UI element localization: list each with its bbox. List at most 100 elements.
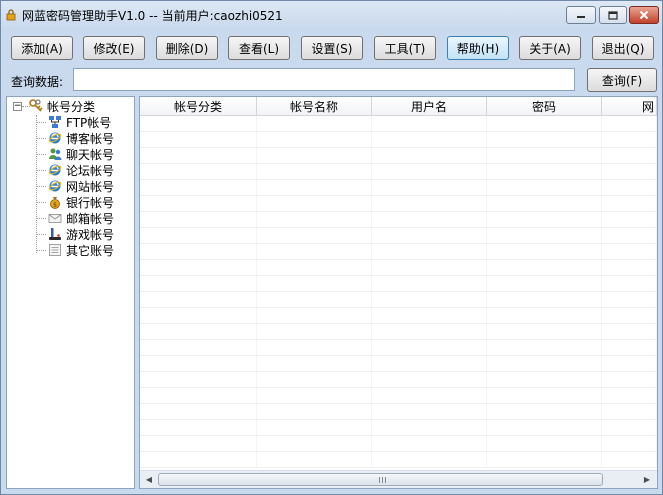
- tree-root-account-categories[interactable]: 帐号分类: [29, 98, 95, 114]
- table-cell: [372, 372, 487, 387]
- table-row[interactable]: [140, 212, 657, 228]
- table-row[interactable]: [140, 180, 657, 196]
- table-cell: [257, 116, 372, 131]
- column-header-username[interactable]: 用户名: [372, 97, 487, 116]
- column-header-website[interactable]: 网: [602, 97, 657, 116]
- tree-item-ftp[interactable]: FTP帐号: [36, 114, 111, 130]
- scroll-right-arrow-icon[interactable]: ▶: [639, 472, 655, 487]
- search-input[interactable]: [73, 68, 575, 91]
- table-cell: [372, 420, 487, 435]
- table-cell: [487, 404, 602, 419]
- tools-button[interactable]: 工具(T): [374, 36, 436, 60]
- settings-button[interactable]: 设置(S): [301, 36, 363, 60]
- table-cell: [602, 292, 657, 307]
- table-cell: [487, 420, 602, 435]
- keys-icon: [29, 99, 43, 112]
- ie-globe-icon: [48, 164, 62, 176]
- table-cell: [140, 148, 257, 163]
- table-row[interactable]: [140, 404, 657, 420]
- table-cell: [257, 388, 372, 403]
- table-cell: [487, 180, 602, 195]
- table-row[interactable]: [140, 372, 657, 388]
- ftp-network-icon: [49, 116, 61, 128]
- table-row[interactable]: [140, 148, 657, 164]
- tree-item-bank[interactable]: $ 银行帐号: [36, 194, 114, 210]
- close-button[interactable]: [629, 6, 659, 24]
- table-cell: [602, 180, 657, 195]
- table-row[interactable]: [140, 276, 657, 292]
- table-cell: [257, 420, 372, 435]
- table-row[interactable]: [140, 308, 657, 324]
- tree-item-mail[interactable]: 邮箱帐号: [36, 210, 114, 226]
- tree-item-chat[interactable]: 聊天帐号: [36, 146, 114, 162]
- table-cell: [140, 164, 257, 179]
- table-row[interactable]: [140, 116, 657, 132]
- horizontal-scrollbar[interactable]: ◀ ▶: [140, 470, 657, 488]
- table-cell: [140, 452, 257, 467]
- about-button[interactable]: 关于(A): [519, 36, 581, 60]
- column-header-category[interactable]: 帐号分类: [140, 97, 257, 116]
- view-button[interactable]: 查看(L): [228, 36, 290, 60]
- help-button[interactable]: 帮助(H): [447, 36, 509, 60]
- table-cell: [372, 324, 487, 339]
- table-row[interactable]: [140, 164, 657, 180]
- table-cell: [140, 228, 257, 243]
- column-header-password[interactable]: 密码: [487, 97, 602, 116]
- scrollbar-thumb[interactable]: [158, 473, 603, 486]
- tree-item-game[interactable]: 游戏帐号: [36, 226, 114, 242]
- table-row[interactable]: [140, 324, 657, 340]
- minimize-icon: [577, 16, 585, 18]
- table-row[interactable]: [140, 196, 657, 212]
- table-row[interactable]: [140, 132, 657, 148]
- table-cell: [140, 196, 257, 211]
- table-cell: [372, 244, 487, 259]
- close-icon: [639, 10, 649, 20]
- table-cell: [372, 228, 487, 243]
- tree-item-other[interactable]: 其它账号: [36, 242, 114, 258]
- delete-button[interactable]: 删除(D): [156, 36, 218, 60]
- search-label: 查询数据:: [11, 75, 64, 89]
- column-header-account-name[interactable]: 帐号名称: [257, 97, 372, 116]
- table-cell: [140, 260, 257, 275]
- table-cell: [487, 196, 602, 211]
- table-cell: [257, 228, 372, 243]
- maximize-button[interactable]: [599, 6, 627, 24]
- table-row[interactable]: [140, 452, 657, 468]
- money-bag-icon: $: [50, 197, 60, 209]
- tree-item-label: 邮箱帐号: [66, 211, 115, 226]
- minimize-button[interactable]: [566, 6, 596, 24]
- title-bar[interactable]: 网蓝密码管理助手V1.0 -- 当前用户:caozhi0521: [1, 1, 662, 30]
- tree-item-website[interactable]: 网站帐号: [36, 178, 114, 194]
- table-row[interactable]: [140, 292, 657, 308]
- table-row[interactable]: [140, 436, 657, 452]
- table-row[interactable]: [140, 388, 657, 404]
- search-button[interactable]: 查询(F): [587, 68, 657, 92]
- table-row[interactable]: [140, 244, 657, 260]
- exit-button[interactable]: 退出(Q): [592, 36, 654, 60]
- tree-item-blog[interactable]: 博客帐号: [36, 130, 114, 146]
- table-row[interactable]: [140, 356, 657, 372]
- table-row[interactable]: [140, 228, 657, 244]
- table-cell: [602, 276, 657, 291]
- grid-body[interactable]: [140, 116, 657, 468]
- table-cell: [602, 196, 657, 211]
- account-grid[interactable]: 帐号分类 帐号名称 用户名 密码 网 ◀ ▶: [139, 96, 658, 489]
- table-cell: [257, 356, 372, 371]
- ie-globe-icon: [48, 132, 62, 144]
- tree-item-forum[interactable]: 论坛帐号: [36, 162, 114, 178]
- scroll-left-arrow-icon[interactable]: ◀: [141, 472, 157, 487]
- table-cell: [487, 388, 602, 403]
- table-cell: [140, 132, 257, 147]
- collapse-toggle-icon[interactable]: −: [13, 102, 22, 111]
- table-cell: [602, 260, 657, 275]
- table-row[interactable]: [140, 340, 657, 356]
- add-button[interactable]: 添加(A): [11, 36, 73, 60]
- table-row[interactable]: [140, 420, 657, 436]
- category-tree[interactable]: − 帐号分类 FTP帐号 博客帐号 聊天帐号 论坛帐号 网站帐号 $ 银行帐号 …: [6, 96, 135, 489]
- table-row[interactable]: [140, 260, 657, 276]
- table-cell: [257, 276, 372, 291]
- edit-button[interactable]: 修改(E): [83, 36, 145, 60]
- table-cell: [257, 308, 372, 323]
- table-cell: [372, 308, 487, 323]
- table-cell: [257, 404, 372, 419]
